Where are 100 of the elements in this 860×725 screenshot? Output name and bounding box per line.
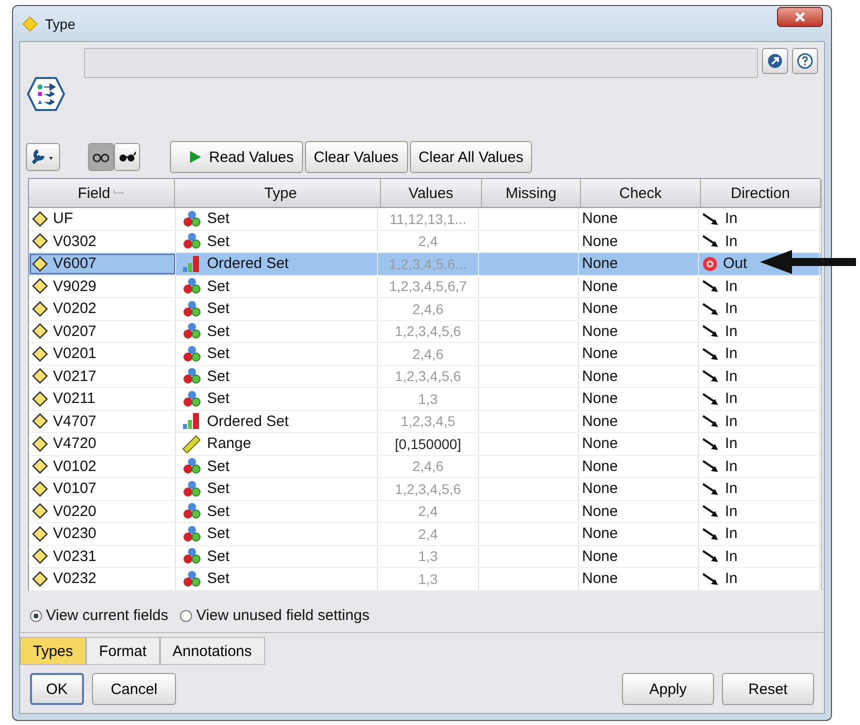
values-text: 1,2,3,4,5,6 — [378, 478, 479, 500]
balls-icon — [182, 547, 202, 566]
check-text: None — [579, 546, 699, 567]
launch-button[interactable] — [762, 48, 788, 74]
direction-label: In — [725, 525, 738, 542]
type-label: Ordered Set — [207, 412, 289, 430]
arrow-icon — [702, 212, 720, 226]
arrow-icon — [702, 459, 720, 474]
table-row[interactable]: V9029 Set 1,2,3,4,5,6,7 None In — [29, 276, 821, 298]
tab[interactable]: Format — [86, 637, 160, 665]
reset-button[interactable]: Reset — [722, 673, 814, 705]
view-radio-button[interactable]: View current fields — [30, 607, 168, 624]
help-button[interactable] — [792, 48, 818, 74]
balls-icon — [182, 322, 202, 340]
cancel-button[interactable]: Cancel — [92, 673, 176, 705]
balls-icon — [182, 524, 202, 543]
diamond-icon — [32, 413, 48, 430]
diamond-icon — [32, 436, 48, 452]
glasses-icon — [92, 151, 110, 163]
type-label: Set — [207, 458, 230, 475]
diamond-icon — [32, 458, 48, 474]
field-name: V0302 — [53, 232, 96, 250]
type-label: Set — [207, 300, 230, 318]
values-text: 2,4,6 — [378, 456, 479, 477]
table-row[interactable]: V0201 Set 2,4,6 None In — [29, 343, 821, 366]
table-row[interactable]: V0302 Set 2,4 None In — [29, 230, 821, 253]
direction-label: In — [725, 345, 738, 362]
close-icon — [794, 10, 806, 22]
direction-label: In — [725, 210, 738, 228]
table-row[interactable]: V0231 Set 1,3 None In — [29, 546, 821, 568]
clear-values-button[interactable]: Clear Values — [304, 141, 408, 173]
balls-icon — [182, 570, 202, 588]
field-name: V0201 — [53, 345, 96, 362]
bar-chart-icon — [182, 254, 202, 273]
type-label: Set — [207, 480, 230, 498]
values-text: 2,4 — [378, 230, 479, 252]
table-row[interactable]: V0207 Set 1,2,3,4,5,6 None In — [29, 320, 821, 343]
table-row[interactable]: V0102 Set 2,4,6 None In — [29, 456, 821, 478]
column-header[interactable]: Values — [381, 179, 482, 207]
arrow-icon — [702, 414, 720, 428]
diamond-icon — [32, 368, 48, 384]
type-label: Set — [207, 548, 230, 565]
type-label: Ordered Set — [207, 255, 289, 272]
balls-icon — [182, 367, 202, 386]
view-radio-button[interactable]: View unused field settings — [180, 607, 370, 624]
values-text: 1,2,3,4,5,6... — [378, 253, 479, 274]
table-row[interactable]: V0107 Set 1,2,3,4,5,6 None In — [29, 478, 821, 500]
close-button[interactable] — [777, 6, 823, 26]
node-icon — [26, 74, 66, 114]
table-row[interactable]: V4720 Range [0,150000] None In — [29, 433, 821, 456]
table-row[interactable]: V4707 Ordered Set 1,2,3,4,5 None In — [29, 410, 821, 433]
check-text: None — [579, 366, 699, 387]
direction-label: In — [725, 278, 738, 295]
table-row[interactable]: V0220 Set 2,4 None In — [29, 500, 821, 523]
type-label: Set — [207, 390, 230, 408]
tools-menu-button[interactable] — [26, 143, 60, 171]
tab[interactable]: Types — [20, 637, 86, 665]
type-label: Set — [207, 322, 230, 340]
field-name: V0211 — [53, 390, 96, 408]
direction-label: In — [725, 570, 738, 588]
arrow-icon — [702, 572, 720, 586]
diamond-icon — [32, 210, 48, 227]
target-icon — [702, 256, 718, 272]
balls-icon — [182, 344, 202, 363]
direction-label: In — [725, 300, 738, 318]
type-label: Set — [207, 210, 230, 228]
sunglasses-button[interactable] — [114, 143, 140, 171]
values-text: 1,3 — [378, 568, 479, 590]
check-text: None — [579, 478, 699, 500]
column-header[interactable]: Field — [29, 179, 175, 207]
column-header[interactable]: Type — [174, 179, 382, 207]
table-row[interactable]: V0211 Set 1,3 None In — [29, 388, 821, 410]
check-text: None — [579, 433, 699, 454]
direction-label: In — [725, 368, 738, 385]
table-row[interactable]: UF Set 11,12,13,1... None In — [29, 208, 821, 230]
balls-icon — [182, 457, 202, 476]
table-row[interactable]: V0230 Set 2,4 None In — [29, 523, 821, 546]
ok-button[interactable]: OK — [30, 673, 84, 705]
apply-button[interactable]: Apply — [622, 673, 714, 705]
read-values-button[interactable]: Read Values — [170, 141, 303, 173]
table-row[interactable]: V6007 Ordered Set 1,2,3,4,5,6... None Out — [29, 253, 821, 276]
clear-all-values-button[interactable]: Clear All Values — [410, 141, 532, 173]
values-text: [0,150000] — [378, 433, 479, 454]
direction-label: In — [725, 390, 738, 408]
diamond-icon — [32, 346, 48, 362]
table-row[interactable]: V0232 Set 1,3 None In — [29, 568, 821, 590]
values-text: 1,2,3,4,5,6 — [378, 366, 479, 387]
table-row[interactable]: V0217 Set 1,2,3,4,5,6 None In — [29, 366, 821, 388]
diamond-icon — [32, 278, 48, 294]
tab[interactable]: Annotations — [160, 637, 265, 665]
check-text: None — [579, 320, 699, 342]
column-header[interactable]: Check — [581, 179, 701, 207]
arrow-icon — [702, 234, 720, 248]
annotation-field[interactable] — [84, 48, 758, 78]
wrench-icon — [30, 148, 56, 166]
direction-label: In — [725, 480, 738, 498]
column-header[interactable]: Missing — [482, 179, 582, 207]
check-text: None — [579, 523, 699, 544]
table-row[interactable]: V0202 Set 2,4,6 None In — [29, 298, 821, 320]
glasses-button[interactable] — [88, 143, 114, 171]
